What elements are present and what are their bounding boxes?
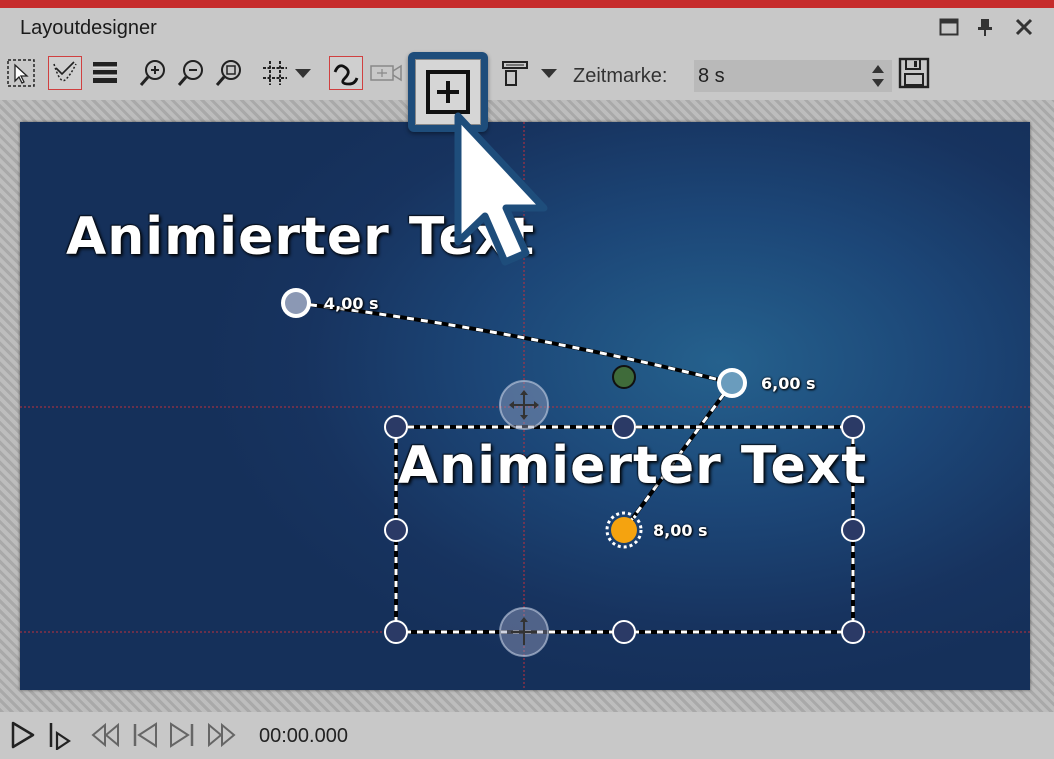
play-icon[interactable] [6,718,38,752]
zoom-in-icon[interactable] [136,56,170,90]
timecode-display: 00:00.000 [259,725,348,747]
fast-forward-icon[interactable] [206,718,238,752]
pin-icon[interactable] [972,14,998,40]
close-icon[interactable] [1011,14,1037,40]
play-from-cursor-icon[interactable] [44,718,76,752]
playback-bar: 00:00.000 [0,712,1054,759]
toolbar: Zeitmarke: 8 s [0,48,1054,100]
title-bar: Layoutdesigner [0,8,1054,48]
align-dropdown-chevron-down-icon[interactable] [536,56,562,90]
motion-path-icon[interactable] [48,56,82,90]
keyframe-label-6s: 6,00 s [761,374,816,393]
grid-dropdown-chevron-down-icon[interactable] [290,56,316,90]
keyframe-label-4s: 4,00 s [324,294,379,313]
layers-icon[interactable] [88,56,122,90]
maximize-icon[interactable] [936,14,962,40]
save-icon[interactable] [897,56,931,90]
zoom-fit-icon[interactable] [212,56,246,90]
curve-path-icon[interactable] [329,56,363,90]
animated-text-selected[interactable]: Animierter Text [398,436,867,496]
accent-bar [0,0,1054,8]
mouse-cursor-icon [454,112,548,266]
timestamp-label: Zeitmarke: [573,65,668,87]
camera-icon[interactable] [369,56,403,90]
grid-icon[interactable] [258,56,292,90]
align-icon[interactable] [498,56,532,90]
skip-forward-icon[interactable] [166,718,198,752]
keyframe-label-8s: 8,00 s [653,521,708,540]
zoom-out-icon[interactable] [174,56,208,90]
timestamp-value: 8 s [698,65,725,87]
skip-back-icon[interactable] [129,718,161,752]
rewind-icon[interactable] [89,718,121,752]
timestamp-input[interactable]: 8 s [694,60,892,92]
selection-tool-icon[interactable] [4,56,38,90]
window-title: Layoutdesigner [20,17,157,39]
spinner-icon[interactable] [870,62,886,90]
